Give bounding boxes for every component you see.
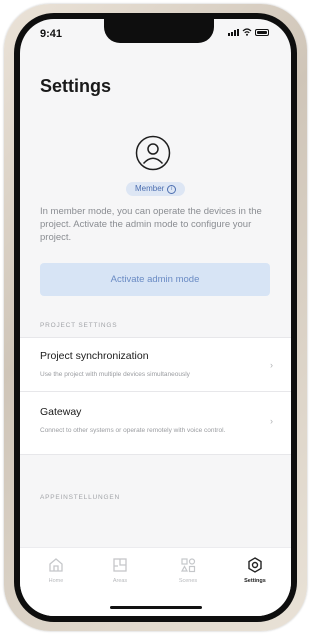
section-label-app-settings: APPEINSTELLUNGEN [40,494,120,501]
signal-icon [228,29,239,36]
settings-icon [248,557,262,573]
tab-home[interactable]: Home [36,556,76,584]
row-subtitle: Use the project with multiple devices si… [40,371,190,378]
tab-label: Scenes [178,578,198,584]
areas-icon [113,558,127,572]
app-screen: 9:41 Settings Member i In member mode, y… [20,19,291,616]
status-icons [228,28,269,36]
tab-label: Home [48,578,64,584]
tab-label: Areas [112,578,128,584]
section-label-project-settings: PROJECT SETTINGS [40,322,118,329]
tab-label: Settings [244,578,266,584]
info-icon: i [167,184,177,194]
settings-row-project-sync[interactable]: Project synchronization Use the project … [20,337,291,392]
user-avatar-icon [135,135,171,171]
settings-row-gateway[interactable]: Gateway Connect to other systems or oper… [20,391,291,455]
home-icon [49,558,63,572]
chevron-right-icon: › [270,360,273,370]
notch [104,19,214,43]
row-subtitle: Connect to other systems or operate remo… [40,427,226,434]
scenes-icon [180,558,196,573]
tab-settings[interactable]: Settings [235,556,275,584]
role-badge[interactable]: Member i [126,182,186,196]
phone-bezel: 9:41 Settings Member i In member mode, y… [14,13,297,622]
role-badge-label: Member [135,184,165,193]
member-mode-description: In member mode, you can operate the devi… [40,206,262,243]
wifi-icon [242,28,252,36]
row-title: Gateway [40,406,82,418]
tab-scenes[interactable]: Scenes [168,556,208,584]
battery-icon [255,29,269,36]
page-title: Settings [40,76,112,96]
chevron-right-icon: › [270,416,273,426]
tab-areas[interactable]: Areas [100,556,140,584]
activate-admin-button[interactable]: Activate admin mode [40,263,270,296]
phone-frame: 9:41 Settings Member i In member mode, y… [4,4,307,631]
home-indicator [110,606,202,609]
row-title: Project synchronization [40,350,149,362]
status-time: 9:41 [40,28,63,40]
